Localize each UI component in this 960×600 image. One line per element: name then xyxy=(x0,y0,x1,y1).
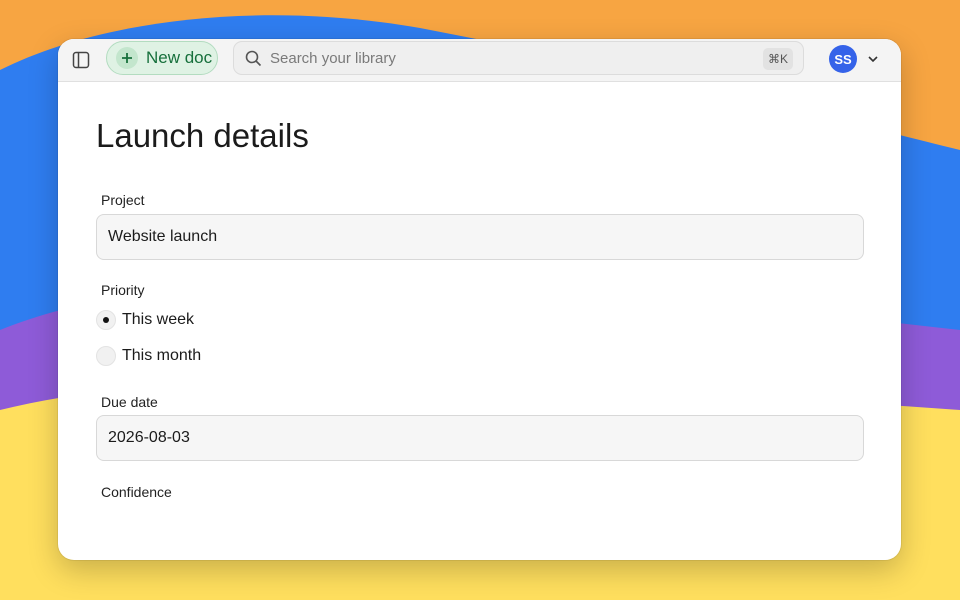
plus-icon xyxy=(116,47,138,69)
search-shortcut-hint: ⌘K xyxy=(762,48,793,70)
app-window: New doc ⌘K SS Launch details Project Web… xyxy=(58,39,901,560)
priority-label: Priority xyxy=(101,282,145,298)
search-icon xyxy=(245,50,262,67)
due-date-value: 2026-08-03 xyxy=(108,429,190,446)
sidebar-toggle-icon[interactable] xyxy=(70,49,92,71)
new-doc-button[interactable]: New doc xyxy=(106,41,218,75)
priority-option-this-month[interactable]: This month xyxy=(96,344,201,368)
confidence-label: Confidence xyxy=(101,484,172,500)
priority-option-this-week[interactable]: This week xyxy=(96,308,194,332)
due-date-field[interactable]: 2026-08-03 xyxy=(96,415,864,461)
project-label: Project xyxy=(101,192,145,208)
priority-option-label: This week xyxy=(122,311,195,328)
project-field[interactable]: Website launch xyxy=(96,214,864,260)
radio-dot xyxy=(103,317,109,323)
page-title: Launch details xyxy=(96,117,309,154)
toolbar: New doc ⌘K SS xyxy=(58,39,901,82)
search-bar: ⌘K xyxy=(233,41,804,75)
priority-option-label: This month xyxy=(122,347,202,364)
project-value: Website launch xyxy=(108,228,218,245)
search-input[interactable] xyxy=(270,49,750,67)
form-content: Launch details Project Website launch Pr… xyxy=(96,81,864,560)
radio-button[interactable] xyxy=(96,346,116,366)
avatar[interactable]: SS xyxy=(829,45,857,73)
radio-button-selected[interactable] xyxy=(96,310,116,330)
new-doc-label: New doc xyxy=(146,48,213,67)
chevron-down-icon[interactable] xyxy=(866,52,880,66)
due-date-label: Due date xyxy=(101,394,158,410)
